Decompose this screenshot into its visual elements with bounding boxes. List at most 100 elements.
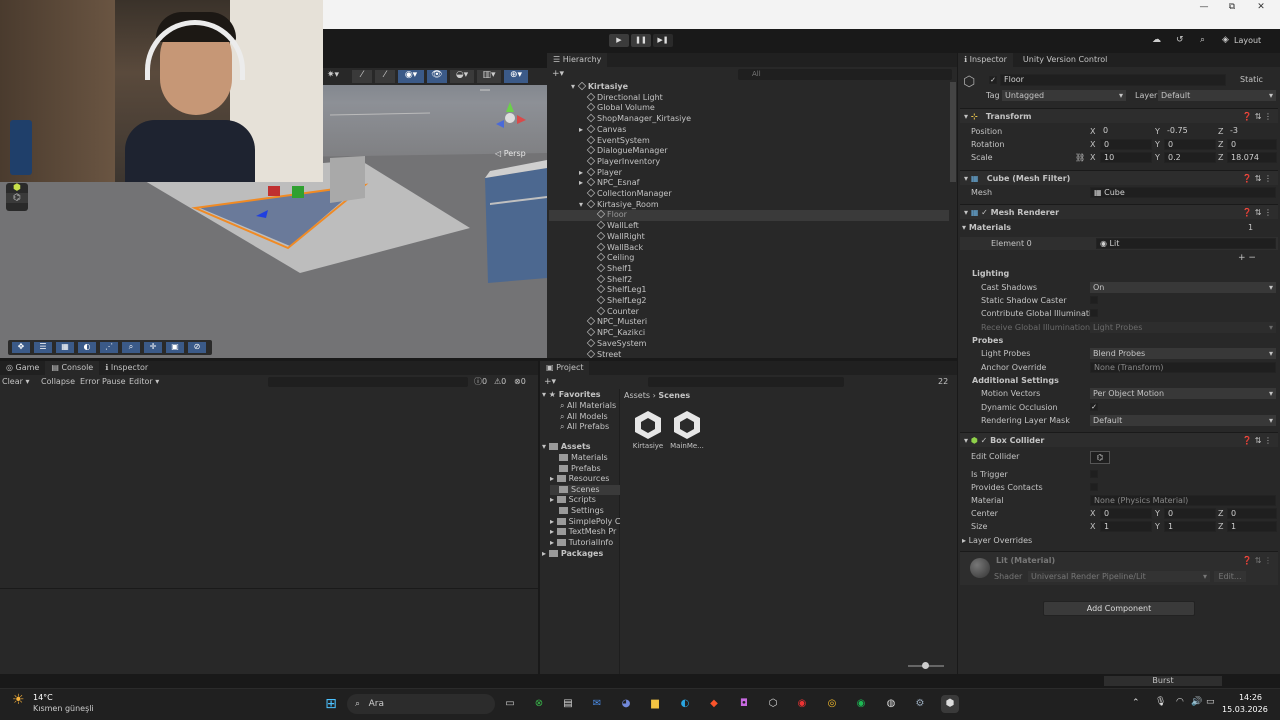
asset-folder-item[interactable]: Settings (550, 506, 620, 517)
hierarchy-item[interactable]: WallLeft (549, 220, 949, 232)
start-icon[interactable]: ⊞ (322, 695, 340, 713)
light-probes-dropdown[interactable]: Blend Probes (1090, 348, 1276, 359)
hierarchy-item[interactable]: WallRight (549, 231, 949, 243)
add-component-button[interactable]: Add Component (1043, 601, 1195, 616)
meshrenderer-header[interactable]: ▾ ▦ ✓ Mesh Renderer ❓ ⇅ ⋮ (960, 204, 1278, 219)
hierarchy-item[interactable]: PlayerInventory (549, 156, 949, 168)
xbox-icon[interactable]: ⊗ (530, 695, 548, 713)
orientation-gizmo[interactable] (490, 98, 530, 138)
asset-folder-item[interactable]: ▸ TextMesh Pr (550, 527, 620, 538)
shader-dropdown[interactable]: Universal Render Pipeline/Lit (1028, 571, 1210, 582)
history-icon[interactable]: ↺ (1176, 35, 1184, 45)
error-count[interactable]: ⊗0 (514, 376, 526, 388)
render-mode-icon[interactable]: ▥▾ (477, 70, 501, 83)
tab-version-control[interactable]: Unity Version Control (1017, 53, 1113, 67)
instagram-icon[interactable]: ◘ (735, 695, 753, 713)
cloud-icon[interactable]: ☁ (1152, 35, 1161, 45)
hierarchy-item[interactable]: Street (549, 349, 949, 358)
fold-closed-icon[interactable]: ▸ (579, 125, 583, 136)
discord-icon[interactable]: ◕ (617, 695, 635, 713)
favorites-header[interactable]: ▾ ★ Favorites (542, 390, 601, 401)
asset-folder-item[interactable]: Prefabs (550, 464, 620, 475)
wifi-icon[interactable]: ◠ (1176, 697, 1184, 707)
error-pause-button[interactable]: Error Pause (80, 376, 126, 388)
align-tool-icon[interactable]: ☰ (34, 342, 52, 353)
hierarchy-scrollbar[interactable] (950, 82, 956, 182)
settings-icon[interactable]: ⚙ (911, 695, 929, 713)
hierarchy-item[interactable]: Floor (549, 210, 949, 222)
static-shadow-checkbox[interactable] (1090, 296, 1098, 304)
scene-root[interactable]: ▾ Kirtasiye (571, 82, 628, 93)
asset-folder-item[interactable]: Scenes (550, 484, 620, 496)
tray-chevron-icon[interactable]: ⌃ (1132, 698, 1140, 708)
battery-icon[interactable]: ▭ (1206, 697, 1215, 707)
probes-section[interactable]: Probes (972, 336, 1003, 345)
center-z[interactable]: 0 (1227, 508, 1277, 519)
asset-folder-item[interactable]: ▸ Resources (550, 474, 620, 485)
tab-game[interactable]: ◎ Game (0, 361, 45, 375)
trigger-checkbox[interactable] (1090, 470, 1098, 478)
visibility-icon[interactable]: 👁 (427, 70, 447, 83)
move-tool-icon[interactable]: ✥ (12, 342, 30, 353)
unity-hub-icon[interactable]: ⬡ (764, 695, 782, 713)
pause-button[interactable]: ❚❚ (631, 34, 651, 47)
taskview-icon[interactable]: ▭ (501, 695, 519, 713)
hierarchy-item[interactable]: WallBack (549, 242, 949, 254)
mic-icon[interactable]: 🎙 (1155, 697, 1166, 707)
physics-material-field[interactable]: None (Physics Material) (1090, 495, 1276, 506)
rotation-x[interactable]: 0 (1100, 139, 1152, 150)
search-icon[interactable]: ⌕ (1200, 35, 1205, 45)
weather-icon[interactable]: ☀ (12, 692, 25, 708)
hierarchy-item[interactable]: Shelf1 (549, 263, 949, 275)
layer-dropdown[interactable]: Default (1158, 90, 1276, 101)
add-remove-element[interactable]: + − (1238, 253, 1256, 263)
rlm-dropdown[interactable]: Default (1090, 415, 1276, 426)
motion-dropdown[interactable]: Per Object Motion (1090, 388, 1276, 399)
tag-dropdown[interactable]: Untagged (1002, 90, 1126, 101)
log-count[interactable]: ⓘ0 (474, 376, 487, 388)
mesh-field[interactable]: ▦ Cube (1090, 187, 1276, 198)
static-toggle[interactable]: Static (1240, 75, 1263, 84)
fold-closed-icon[interactable]: ▸ (579, 178, 583, 189)
mail-icon[interactable]: ✉ (588, 695, 606, 713)
hierarchy-item[interactable]: EventSystem (549, 135, 949, 147)
explorer-icon[interactable]: ▆ (646, 695, 664, 713)
cast-shadows-dropdown[interactable]: On (1090, 282, 1276, 293)
custom-tool-icon[interactable]: ⊘ (188, 342, 206, 353)
dyn-occ-checkbox[interactable]: ✓ (1090, 403, 1098, 411)
center-y[interactable]: 0 (1164, 508, 1216, 519)
spotify-icon[interactable]: ◉ (852, 695, 870, 713)
camera-settings-icon[interactable]: ◒▾ (450, 70, 474, 83)
contribute-gi-checkbox[interactable] (1090, 309, 1098, 317)
size-y[interactable]: 1 (1164, 521, 1216, 532)
transform-tool-icon[interactable]: ✛ (144, 342, 162, 353)
hierarchy-item[interactable]: Ceiling (549, 252, 949, 264)
play-button[interactable]: ▶ (609, 34, 629, 47)
asset-folder-item[interactable]: Materials (550, 453, 620, 464)
edge-icon[interactable]: ◐ (676, 695, 694, 713)
hierarchy-item[interactable]: NPC_Musteri (549, 317, 949, 328)
icon-size-slider[interactable] (908, 662, 944, 669)
hierarchy-item[interactable]: Shelf2 (549, 274, 949, 286)
project-search-input[interactable] (648, 377, 844, 387)
tab-console[interactable]: ▤ Console (45, 361, 100, 375)
favorite-item[interactable]: ⌕ All Materials (560, 401, 616, 412)
asset-folder-item[interactable]: ▸ SimplePoly C (550, 517, 620, 528)
chrome-icon[interactable]: ◎ (823, 695, 841, 713)
grid-tool-icon[interactable]: ▦ (56, 342, 74, 353)
rect-tool-icon[interactable]: ▣ (166, 342, 184, 353)
scale-z[interactable]: 18.074 (1227, 152, 1277, 163)
asset-folder-item[interactable]: ▸ Scripts (550, 495, 620, 506)
fold-open-icon[interactable]: ▾ (579, 200, 583, 211)
scale-x[interactable]: 10 (1100, 152, 1152, 163)
store-icon[interactable]: ▤ (559, 695, 577, 713)
hierarchy-item[interactable]: Counter (549, 306, 949, 318)
editor-dropdown[interactable]: Editor ▾ (129, 376, 159, 388)
collapse-button[interactable]: Collapse (41, 376, 75, 388)
app-red-icon[interactable]: ◉ (793, 695, 811, 713)
materials-row[interactable]: ▾ Materials 1 (960, 221, 1278, 234)
tab-hierarchy[interactable]: ☰ Hierarchy (547, 53, 608, 67)
edit-collider-button[interactable]: ⌬ (1090, 451, 1110, 464)
lighting-toggle-icon[interactable]: ⁄ (375, 70, 395, 83)
collider-edit-icon[interactable]: ⌬ (6, 193, 28, 203)
